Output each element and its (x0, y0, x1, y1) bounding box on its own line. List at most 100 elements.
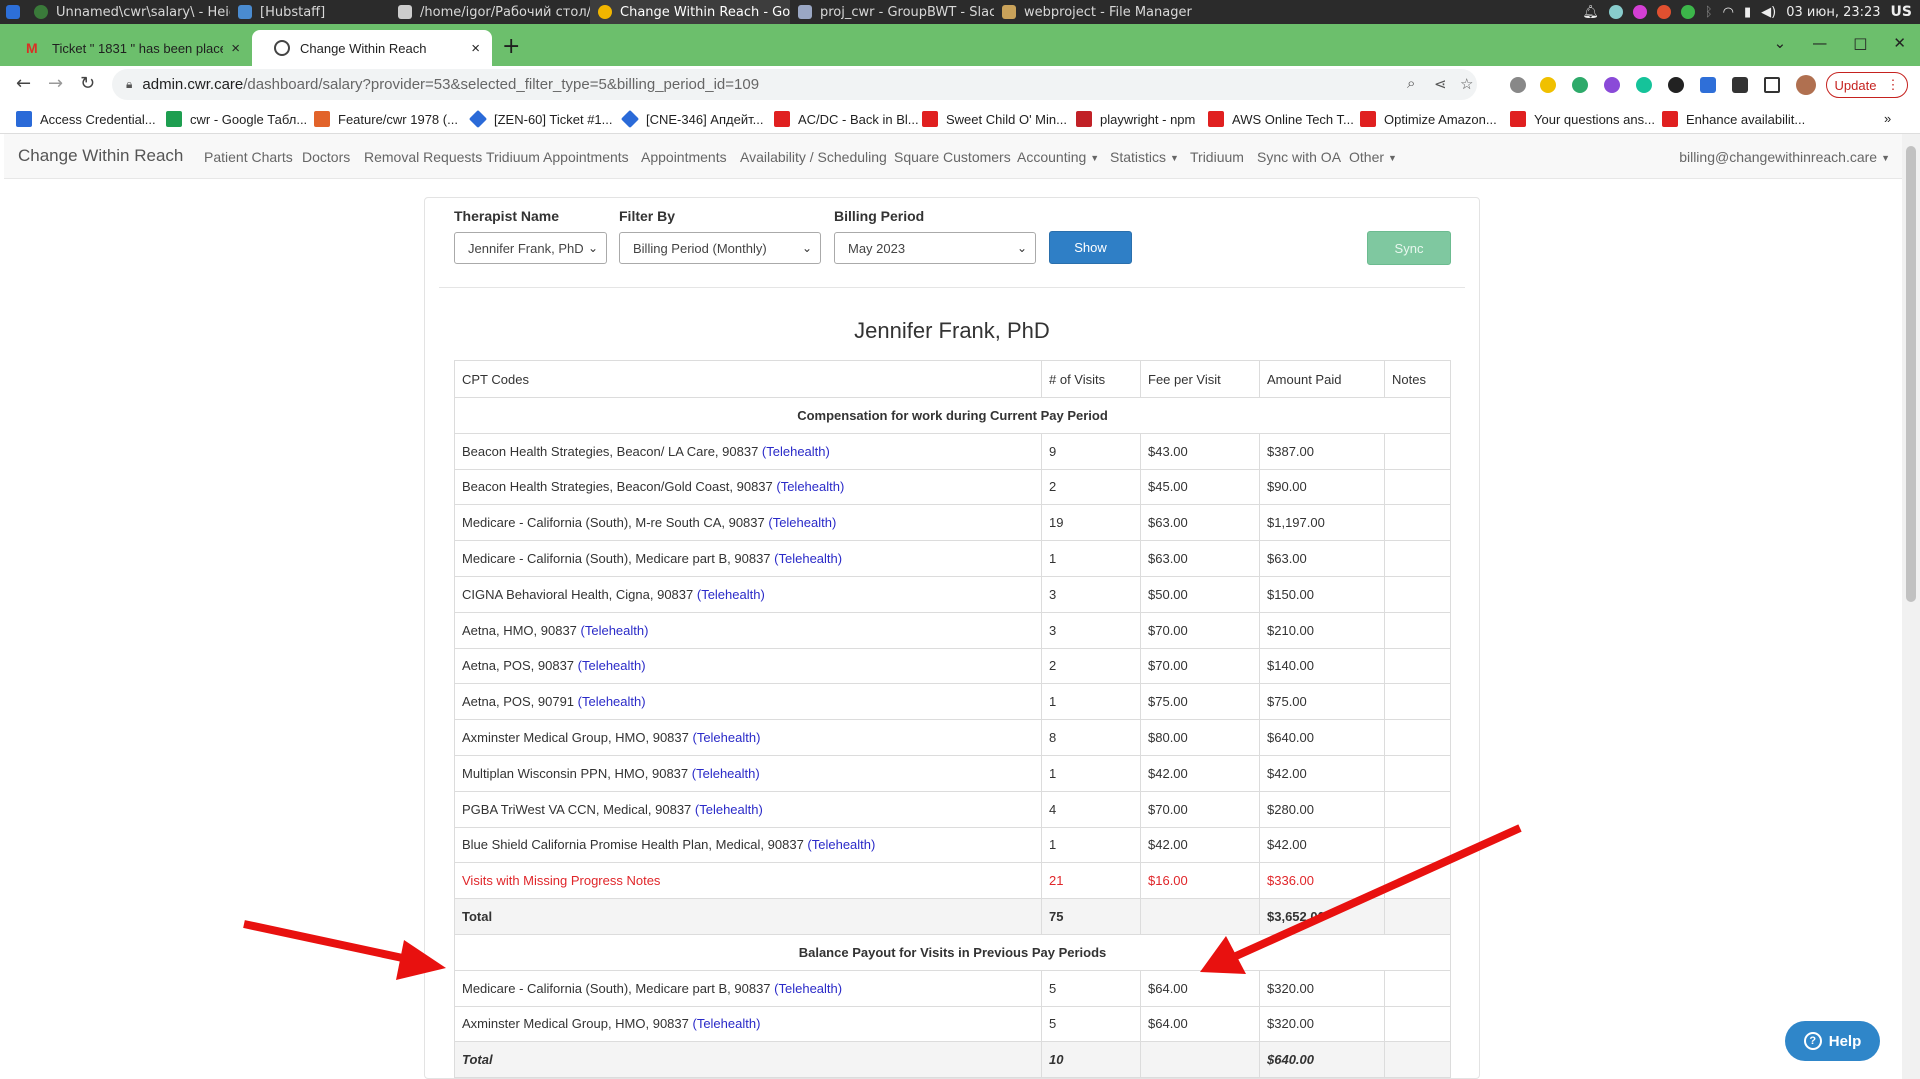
nav-tridiuum[interactable]: Tridiuum (1190, 149, 1244, 165)
top-navbar: Change Within Reach Patient Charts Docto… (4, 134, 1902, 179)
os-task-file-manager[interactable]: webproject - File Manager (994, 0, 1194, 24)
more-bookmarks-icon[interactable]: » (1884, 111, 1891, 126)
tab-ticket[interactable]: M Ticket " 1831 " has been placed × (4, 30, 252, 66)
os-menu-button[interactable] (0, 0, 26, 24)
scrollbar-thumb[interactable] (1906, 146, 1916, 602)
telehealth-tag: (Telehealth) (577, 694, 646, 710)
notes-cell (1384, 504, 1451, 542)
new-tab-button[interactable]: + (502, 34, 520, 59)
slack-tray-icon[interactable] (1608, 5, 1623, 19)
brand-link[interactable]: Change Within Reach (18, 146, 183, 166)
nav-availability-scheduling[interactable]: Availability / Scheduling (740, 149, 887, 165)
extension-icon[interactable] (1540, 77, 1556, 93)
close-tab-icon[interactable]: × (471, 40, 480, 57)
show-button[interactable]: Show (1049, 231, 1132, 264)
nav-other[interactable]: Other ▼ (1349, 149, 1397, 165)
close-window-icon[interactable]: ✕ (1893, 34, 1906, 52)
clock[interactable]: 03 июн, 23:23 (1786, 5, 1880, 20)
extensions-puzzle-icon[interactable] (1732, 77, 1748, 93)
bookmark-item[interactable]: [ZEN-60] Ticket #1... (468, 109, 613, 129)
os-task-slack[interactable]: proj_cwr - GroupBWT - Slack (790, 0, 994, 24)
nav-accounting[interactable]: Accounting ▼ (1017, 149, 1099, 165)
os-task-heidisql[interactable]: Unnamed\cwr\salary\ - Heid… (26, 0, 230, 24)
extension-icon[interactable] (1604, 77, 1620, 93)
bookmark-item[interactable]: cwr - Google Табл... (166, 111, 307, 127)
bookmark-item[interactable]: [CNE-346] Апдейт... (620, 109, 763, 129)
amount-cell: $387.00 (1259, 432, 1385, 470)
bookmark-item[interactable]: AWS Online Tech T... (1208, 111, 1354, 127)
table-row: Medicare - California (South), Medicare … (454, 540, 1451, 577)
caret-down-icon: ▼ (1170, 153, 1179, 164)
update-button[interactable]: Update ⋮ (1826, 72, 1908, 98)
lock-icon[interactable]: 🔒︎ (126, 77, 132, 92)
bookmark-item[interactable]: Optimize Amazon... (1360, 111, 1497, 127)
grammarly-icon[interactable] (1636, 77, 1652, 93)
telehealth-tag: (Telehealth) (580, 622, 649, 638)
close-tab-icon[interactable]: × (231, 40, 240, 57)
caret-down-icon: ▼ (1881, 153, 1890, 164)
bluetooth-icon[interactable]: ᛒ (1705, 5, 1713, 20)
filter-by-select[interactable]: Billing Period (Monthly) ⌄ (619, 232, 821, 264)
nav-statistics[interactable]: Statistics ▼ (1110, 149, 1179, 165)
nav-appointments[interactable]: Appointments (641, 149, 727, 165)
billing-period-select[interactable]: May 2023 ⌄ (834, 232, 1036, 264)
fee-cell: $70.00 (1140, 647, 1260, 685)
system-tray: 🔔︎ ᛒ ◠ ▮ ◀) 03 июн, 23:23 US (1582, 0, 1920, 24)
shield-icon[interactable] (1700, 77, 1716, 93)
bookmark-item[interactable]: Access Credential... (16, 111, 156, 127)
avatar[interactable] (1796, 75, 1816, 95)
record-tray-icon[interactable] (1656, 5, 1671, 19)
bookmark-item[interactable]: AC/DC - Back in Bl... (774, 111, 919, 127)
os-task-hubstaff[interactable]: [Hubstaff] (230, 0, 390, 24)
telehealth-tag: (Telehealth) (807, 837, 876, 853)
sync-button[interactable]: Sync (1367, 231, 1451, 265)
visits-cell: 19 (1041, 504, 1141, 542)
keyboard-layout[interactable]: US (1891, 4, 1912, 20)
notes-cell (1384, 432, 1451, 470)
bookmark-item[interactable]: Sweet Child O' Min... (922, 111, 1067, 127)
maximize-icon[interactable]: □ (1853, 34, 1867, 52)
nav-removal-requests[interactable]: Removal Requests (364, 149, 482, 165)
nav-patient-charts[interactable]: Patient Charts (204, 149, 293, 165)
vue-devtools-icon[interactable] (1572, 77, 1588, 93)
bookmark-item[interactable]: playwright - npm (1076, 111, 1195, 127)
share-icon[interactable]: ⋖ (1434, 75, 1447, 93)
bookmark-star-icon[interactable]: ☆ (1460, 75, 1473, 93)
user-menu[interactable]: billing@changewithinreach.care ▼ (1679, 149, 1890, 165)
nav-square-customers[interactable]: Square Customers (894, 149, 1011, 165)
cpt-cell: Aetna, HMO, 90837 (Telehealth) (454, 611, 1042, 649)
therapist-select[interactable]: Jennifer Frank, PhD ⌄ (454, 232, 607, 264)
extension-icon[interactable] (1668, 77, 1684, 93)
nav-doctors[interactable]: Doctors (302, 149, 350, 165)
cpt-cell: Beacon Health Strategies, Beacon/Gold Co… (454, 468, 1042, 506)
extension-icon[interactable] (1510, 77, 1526, 93)
volume-icon[interactable]: ◀) (1761, 5, 1776, 20)
cpt-cell: Medicare - California (South), Medicare … (454, 540, 1042, 577)
address-bar[interactable]: 🔒︎ admin.cwr.care/dashboard/salary?provi… (112, 69, 1477, 100)
tab-search-icon[interactable]: ⌄ (1774, 34, 1787, 52)
app-tray-icon[interactable] (1632, 5, 1647, 19)
bell-icon[interactable]: 🔔︎ (1582, 5, 1599, 20)
bookmark-item[interactable]: Your questions ans... (1510, 111, 1655, 127)
bookmark-item[interactable]: Enhance availabilit... (1662, 111, 1805, 127)
table-row: Aetna, HMO, 90837 (Telehealth) 3 $70.00 $21… (454, 611, 1451, 649)
sync-tray-icon[interactable] (1680, 5, 1695, 19)
os-task-chrome[interactable]: Change Within Reach - Goo… (590, 0, 790, 24)
tab-change-within-reach[interactable]: Change Within Reach × (252, 30, 492, 66)
back-icon[interactable]: ← (16, 73, 31, 94)
notes-cell (1384, 1005, 1451, 1043)
reload-icon[interactable]: ↻ (80, 73, 95, 94)
nav-tridiuum-appointments[interactable]: Tridiuum Appointments (486, 149, 629, 165)
help-button[interactable]: ? Help (1785, 1021, 1880, 1061)
os-task-text-editor[interactable]: /home/igor/Рабочий стол/… (390, 0, 590, 24)
side-panel-icon[interactable] (1764, 77, 1780, 93)
bookmark-item[interactable]: Feature/cwr 1978 (... (314, 111, 458, 127)
nav-sync-with-oa[interactable]: Sync with OA (1257, 149, 1341, 165)
zoom-icon[interactable]: ⌕ (1407, 75, 1415, 92)
minimize-icon[interactable]: — (1812, 34, 1827, 52)
page-scrollbar[interactable] (1902, 134, 1920, 1079)
wifi-icon[interactable]: ◠ (1723, 5, 1734, 20)
battery-icon[interactable]: ▮ (1744, 5, 1751, 20)
cpt-cell: Medicare - California (South), M-re Sout… (454, 504, 1042, 542)
forward-icon[interactable]: → (48, 73, 63, 94)
